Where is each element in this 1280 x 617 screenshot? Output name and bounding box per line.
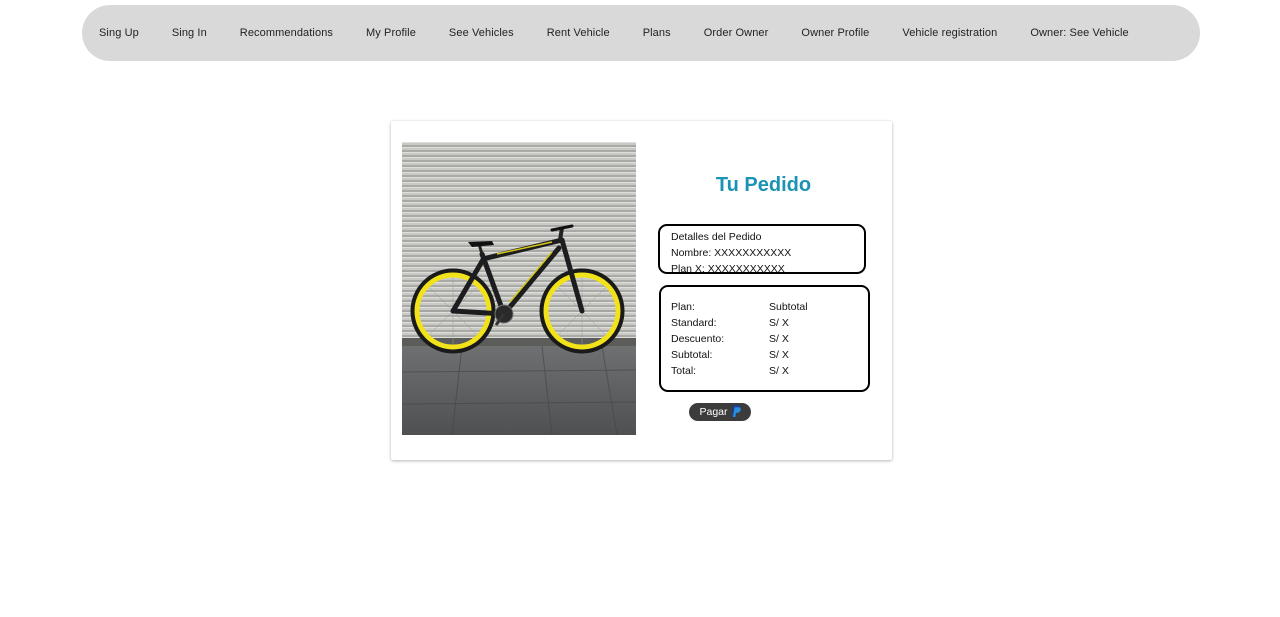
summary-row-value: S/ X [769, 349, 789, 361]
nav-item-see-vehicles[interactable]: See Vehicles [449, 27, 514, 39]
nav-item-sign-up[interactable]: Sing Up [99, 27, 139, 39]
pay-button-label: Pagar [699, 406, 728, 418]
order-card: Tu Pedido Detalles del Pedido Nombre: XX… [391, 121, 892, 460]
paypal-icon [731, 404, 741, 420]
order-title: Tu Pedido [715, 174, 812, 196]
summary-row-value: S/ X [769, 317, 789, 329]
nav-item-plans[interactable]: Plans [643, 27, 671, 39]
summary-header-value: Subtotal [769, 301, 808, 313]
order-plan-line: Plan X: XXXXXXXXXXX [671, 263, 785, 275]
summary-row-subtotal: Subtotal: S/ X [671, 347, 868, 363]
nav-item-owner-profile[interactable]: Owner Profile [801, 27, 869, 39]
summary-row-label: Standard: [671, 317, 717, 329]
nav-item-sign-in[interactable]: Sing In [172, 27, 207, 39]
summary-header-label: Plan: [671, 301, 695, 313]
order-name-line: Nombre: XXXXXXXXXXX [671, 247, 792, 259]
summary-row-label: Subtotal: [671, 349, 713, 361]
summary-row-label: Descuento: [671, 333, 725, 345]
order-details-box: Detalles del Pedido Nombre: XXXXXXXXXXX … [658, 224, 866, 275]
summary-header-row: Plan: Subtotal [671, 299, 868, 315]
nav-item-rent-vehicle[interactable]: Rent Vehicle [547, 27, 610, 39]
nav-item-my-profile[interactable]: My Profile [366, 27, 416, 39]
nav-item-vehicle-registration[interactable]: Vehicle registration [902, 27, 997, 39]
summary-row-value: S/ X [769, 333, 789, 345]
order-summary-box: Plan: Subtotal Standard: S/ X Descuento:… [659, 285, 870, 392]
summary-row-value: S/ X [769, 365, 789, 377]
vehicle-photo [402, 142, 636, 435]
top-navbar: Sing Up Sing In Recommendations My Profi… [82, 5, 1200, 61]
pay-button[interactable]: Pagar [689, 403, 751, 421]
summary-row-total: Total: S/ X [671, 363, 868, 379]
summary-row-standard: Standard: S/ X [671, 315, 868, 331]
order-details-heading: Detalles del Pedido [671, 231, 762, 243]
summary-row-discount: Descuento: S/ X [671, 331, 868, 347]
nav-item-order-owner[interactable]: Order Owner [704, 27, 769, 39]
bicycle-image [402, 142, 636, 435]
summary-row-label: Total: [671, 365, 697, 377]
nav-item-recommendations[interactable]: Recommendations [240, 27, 333, 39]
nav-item-owner-see-vehicle[interactable]: Owner: See Vehicle [1030, 27, 1128, 39]
